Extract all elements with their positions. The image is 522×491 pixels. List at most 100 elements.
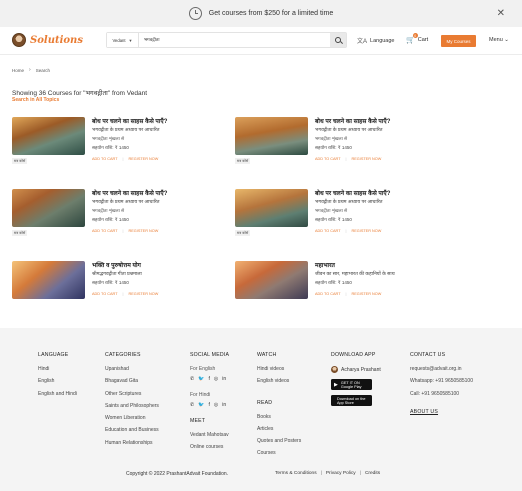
course-actions: ADD TO CART | REGISTER NOW (315, 157, 381, 161)
course-thumbnail[interactable] (235, 261, 308, 299)
course-title[interactable]: बोध पर चलने का साहस कैसे पाएँ? (92, 189, 167, 197)
breadcrumb-current: Search (35, 67, 50, 73)
footer-link[interactable]: English and Hindi (38, 391, 77, 397)
course-title[interactable]: बोध पर चलने का साहस कैसे पाएँ? (315, 189, 390, 197)
cart-button[interactable]: 🛒 0 Cart (406, 33, 428, 44)
credits-link[interactable]: Credits (365, 471, 380, 476)
site-logo[interactable]: Solutions (12, 33, 83, 47)
course-thumbnail[interactable] (12, 189, 85, 227)
app-store-button[interactable]: Download on the App Store (331, 395, 372, 406)
social-hindi-label: For Hindi (190, 392, 211, 398)
contact-whatsapp[interactable]: Whatsapp: +91 9650585100 (410, 378, 473, 384)
divider: | (320, 471, 322, 476)
close-icon[interactable]: ✕ (497, 8, 505, 19)
breadcrumb-home[interactable]: Home (12, 68, 24, 73)
course-title[interactable]: महाभारत (315, 261, 335, 269)
linkedin-icon[interactable]: in (222, 402, 226, 408)
course-title[interactable]: बोध पर चलने का साहस कैसे पाएँ? (92, 117, 167, 125)
course-price: सहयोग राशि: ₹ 1450 (315, 145, 352, 150)
copyright-text: Copyright © 2022 PrashantAdvait Foundati… (126, 471, 229, 477)
search-scope-label: Vedant (112, 37, 126, 43)
course-card[interactable]: भक्ति व पुरुषोत्तम योग श्रीमद्भगवद्गीता … (12, 261, 222, 315)
course-series: भगवद्गीता शृंखला से (315, 136, 348, 141)
course-title[interactable]: भक्ति व पुरुषोत्तम योग (92, 261, 141, 269)
footer-link[interactable]: Other Scriptures (105, 391, 159, 397)
course-thumbnail[interactable] (12, 261, 85, 299)
footer-language-column: LANGUAGE Hindi English English and Hindi (38, 352, 77, 403)
my-courses-button[interactable]: My Courses (441, 35, 476, 47)
course-card[interactable]: सत्र कोर्स बोध पर चलने का साहस कैसे पाएँ… (235, 117, 445, 171)
footer-link[interactable]: Online courses (190, 444, 229, 450)
footer-link[interactable]: Books (257, 414, 301, 420)
divider: | (122, 157, 124, 161)
add-to-cart-link[interactable]: ADD TO CART (92, 229, 118, 233)
course-tag: सत्र कोर्स (12, 158, 28, 164)
footer-link[interactable]: English videos (257, 378, 301, 384)
site-header: Solutions Vedant ▼ 文A Language 🛒0 Cart M… (0, 27, 522, 55)
footer-link[interactable]: Upanishad (105, 366, 159, 372)
register-now-link[interactable]: REGISTER NOW (129, 157, 159, 161)
linkedin-icon[interactable]: in (222, 376, 226, 382)
footer-link[interactable]: English (38, 378, 77, 384)
contact-call[interactable]: Call: +91 9650585100 (410, 391, 473, 397)
instagram-icon[interactable]: ◎ (214, 376, 218, 382)
footer-link[interactable]: Education and Business (105, 427, 159, 433)
add-to-cart-link[interactable]: ADD TO CART (92, 292, 118, 296)
social-icons-english: ✆ 🐦 f ◎ in (190, 376, 229, 382)
register-now-link[interactable]: REGISTER NOW (129, 292, 159, 296)
register-now-link[interactable]: REGISTER NOW (129, 229, 159, 233)
footer-link[interactable]: Quotes and Posters (257, 438, 301, 444)
whatsapp-icon[interactable]: ✆ (190, 376, 194, 382)
app-brand[interactable]: Acharya Prashant (331, 366, 381, 373)
chevron-down-icon: ▼ (128, 37, 133, 43)
register-now-link[interactable]: REGISTER NOW (352, 229, 382, 233)
contact-email[interactable]: requests@advait.org.in (410, 366, 473, 372)
facebook-icon[interactable]: f (208, 376, 209, 382)
search-button[interactable] (330, 33, 346, 47)
course-thumbnail[interactable] (235, 117, 308, 155)
footer-link[interactable]: Hindi videos (257, 366, 301, 372)
language-selector[interactable]: 文A Language (357, 36, 395, 46)
footer-contact-column: CONTACT US requests@advait.org.in Whatsa… (410, 352, 473, 423)
search-all-topics-link[interactable]: Search in All Topics (12, 97, 59, 103)
footer-link[interactable]: Women Liberation (105, 415, 159, 421)
footer-link[interactable]: Bhagavad Gita (105, 378, 159, 384)
google-play-button[interactable]: ▶ GET IT ON Google Play (331, 379, 372, 390)
about-us-link[interactable]: ABOUT US (410, 409, 473, 415)
instagram-icon[interactable]: ◎ (214, 402, 218, 408)
course-title[interactable]: बोध पर चलने का साहस कैसे पाएँ? (315, 117, 390, 125)
search-input[interactable] (139, 33, 330, 47)
add-to-cart-link[interactable]: ADD TO CART (315, 292, 341, 296)
facebook-icon[interactable]: f (208, 402, 209, 408)
footer-link[interactable]: Human Relationships (105, 440, 159, 446)
course-card[interactable]: महाभारत जीवन का सार, महाभारत की कहानियों… (235, 261, 445, 315)
footer-heading: SOCIAL MEDIA (190, 352, 230, 358)
twitter-icon[interactable]: 🐦 (198, 376, 204, 382)
course-series: भगवद्गीता शृंखला से (315, 208, 348, 213)
register-now-link[interactable]: REGISTER NOW (352, 157, 382, 161)
add-to-cart-link[interactable]: ADD TO CART (92, 157, 118, 161)
terms-link[interactable]: Terms & Conditions (275, 471, 317, 476)
play-store-icon: ▶ (334, 381, 338, 388)
course-thumbnail[interactable] (235, 189, 308, 227)
search-scope-dropdown[interactable]: Vedant ▼ (107, 33, 139, 47)
twitter-icon[interactable]: 🐦 (198, 402, 204, 408)
course-thumbnail[interactable] (12, 117, 85, 155)
site-footer: LANGUAGE Hindi English English and Hindi… (0, 328, 522, 491)
footer-link[interactable]: Articles (257, 426, 301, 432)
menu-button[interactable]: Menu ⌄ (489, 37, 509, 43)
footer-link[interactable]: Saints and Philosophers (105, 403, 159, 409)
course-card[interactable]: सत्र कोर्स बोध पर चलने का साहस कैसे पाएँ… (235, 189, 445, 243)
course-card[interactable]: सत्र कोर्स बोध पर चलने का साहस कैसे पाएँ… (12, 189, 222, 243)
footer-link[interactable]: Hindi (38, 366, 77, 372)
add-to-cart-link[interactable]: ADD TO CART (315, 157, 341, 161)
footer-link[interactable]: Courses (257, 450, 301, 456)
footer-download-column: DOWNLOAD APP Acharya Prashant ▶ GET IT O… (331, 352, 381, 411)
whatsapp-icon[interactable]: ✆ (190, 402, 194, 408)
register-now-link[interactable]: REGISTER NOW (352, 292, 382, 296)
course-card[interactable]: सत्र कोर्स बोध पर चलने का साहस कैसे पाएँ… (12, 117, 222, 171)
privacy-link[interactable]: Privacy Policy (326, 471, 356, 476)
footer-watch-read-column: WATCH Hindi videos English videos READ B… (257, 352, 301, 463)
add-to-cart-link[interactable]: ADD TO CART (315, 229, 341, 233)
footer-link[interactable]: Vedant Mahotsav (190, 432, 229, 438)
